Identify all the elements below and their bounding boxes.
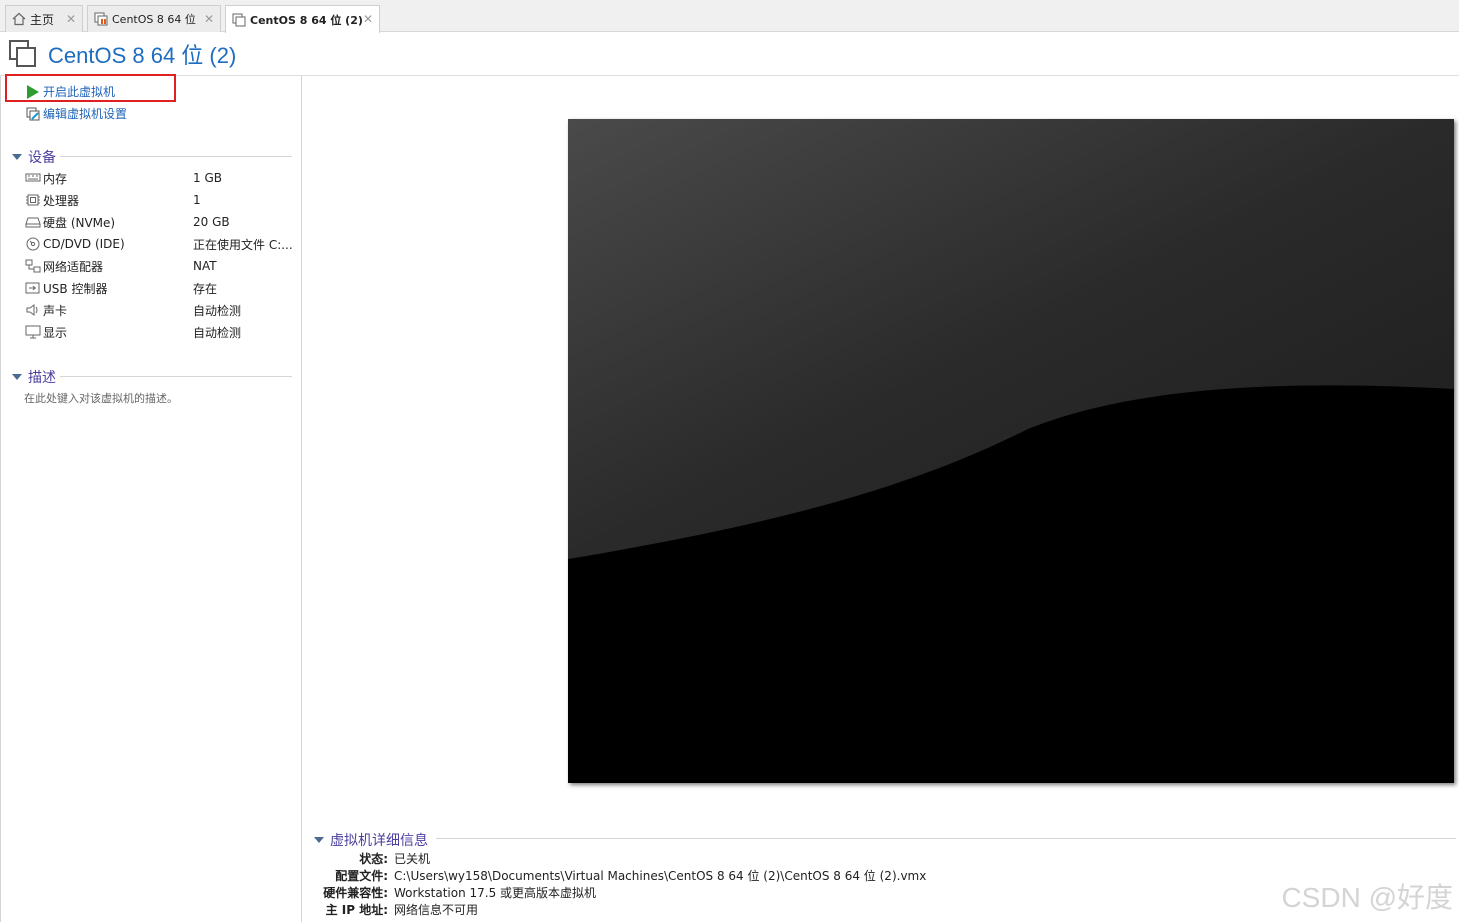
vm-icon [232,13,246,27]
network-adapter-icon [25,259,41,273]
tab-vm-2[interactable]: CentOS 8 64 位 (2) ✕ [225,5,380,33]
detail-key: 主 IP 地址: [325,903,388,917]
vm-screen-preview[interactable] [568,119,1454,783]
watermark: CSDN @好度 [1281,882,1453,913]
detail-row-compatibility: 硬件兼容性: Workstation 17.5 或更高版本虚拟机 [300,884,1400,901]
device-row-sound[interactable]: 声卡 自动检测 [25,300,295,320]
close-icon[interactable]: ✕ [66,12,76,26]
play-icon [26,84,40,99]
close-icon[interactable]: ✕ [363,12,373,26]
details-heading: 虚拟机详细信息 [330,833,428,849]
detail-value: 网络信息不可用 [394,903,479,917]
device-row-memory[interactable]: 内存 1 GB [25,168,295,188]
tab-bar: 主页 ✕ CentOS 8 64 位 ✕ CentOS 8 64 位 (2) ✕ [0,0,1459,33]
hard-disk-icon [25,215,41,229]
divider [436,838,1456,839]
device-row-usb[interactable]: USB 控制器 存在 [25,278,295,298]
cd-dvd-icon [25,237,41,251]
detail-row-status: 状态: 已关机 [300,850,1400,867]
device-value: NAT [193,259,217,273]
sound-card-icon [25,303,41,317]
usb-icon [25,281,41,295]
vm-running-icon [94,12,108,26]
description-heading: 描述 [28,370,56,386]
device-value: 自动检测 [193,325,242,340]
device-name: 显示 [43,325,68,340]
detail-row-ip-address: 主 IP 地址: 网络信息不可用 [300,901,1400,918]
divider [60,376,292,377]
device-value: 1 GB [193,171,222,185]
edit-settings-label: 编辑虚拟机设置 [43,107,128,121]
tab-home[interactable]: 主页 ✕ [5,5,83,32]
device-name: 硬盘 (NVMe) [43,215,116,230]
divider [60,156,292,157]
page-title: CentOS 8 64 位 (2) [48,43,237,68]
tab-label: CentOS 8 64 位 (2) [250,13,363,27]
detail-key: 硬件兼容性: [323,886,388,900]
device-name: 内存 [43,171,68,186]
collapse-icon [314,837,324,843]
vm-preview-graphic [568,119,1454,783]
device-row-display[interactable]: 显示 自动检测 [25,322,295,342]
detail-key: 配置文件: [335,869,388,883]
power-on-label: 开启此虚拟机 [43,85,116,99]
vm-icon [9,40,37,68]
device-value: 20 GB [193,215,230,229]
device-row-processor[interactable]: 处理器 1 [25,190,295,210]
devices-section-toggle[interactable]: 设备 [12,147,56,167]
details-section-toggle[interactable]: 虚拟机详细信息 [314,830,428,850]
detail-key: 状态: [359,852,388,866]
edit-settings-icon [26,107,40,121]
power-on-button[interactable]: 开启此虚拟机 [26,83,115,100]
devices-heading: 设备 [28,150,56,166]
cpu-icon [25,193,41,207]
detail-row-config-file: 配置文件: C:\Users\wy158\Documents\Virtual M… [300,867,1400,884]
collapse-icon [12,374,22,380]
tab-label: 主页 [30,12,55,27]
device-name: 声卡 [43,303,68,318]
home-icon [12,12,26,26]
device-value: 自动检测 [193,303,242,318]
device-name: 网络适配器 [43,259,104,274]
description-input[interactable]: 在此处键入对该虚拟机的描述。 [24,390,178,406]
tab-label: CentOS 8 64 位 [112,13,196,26]
detail-value: Workstation 17.5 或更高版本虚拟机 [394,886,597,900]
display-icon [25,325,41,339]
close-icon[interactable]: ✕ [204,12,214,26]
description-section-toggle[interactable]: 描述 [12,367,56,387]
device-name: 处理器 [43,193,80,208]
collapse-icon [12,154,22,160]
device-value: 1 [193,193,201,207]
memory-icon [25,171,41,185]
tab-vm-1[interactable]: CentOS 8 64 位 ✕ [87,5,221,32]
device-row-hard-disk[interactable]: 硬盘 (NVMe) 20 GB [25,212,295,232]
detail-value: C:\Users\wy158\Documents\Virtual Machine… [394,869,927,883]
device-row-network[interactable]: 网络适配器 NAT [25,256,295,276]
device-value: 正在使用文件 C:... [193,237,293,252]
detail-value: 已关机 [394,852,431,866]
device-name: CD/DVD (IDE) [43,237,125,251]
device-row-cd-dvd[interactable]: CD/DVD (IDE) 正在使用文件 C:... [25,234,295,254]
device-value: 存在 [193,281,218,296]
device-name: USB 控制器 [43,281,108,296]
edit-settings-button[interactable]: 编辑虚拟机设置 [26,105,127,122]
